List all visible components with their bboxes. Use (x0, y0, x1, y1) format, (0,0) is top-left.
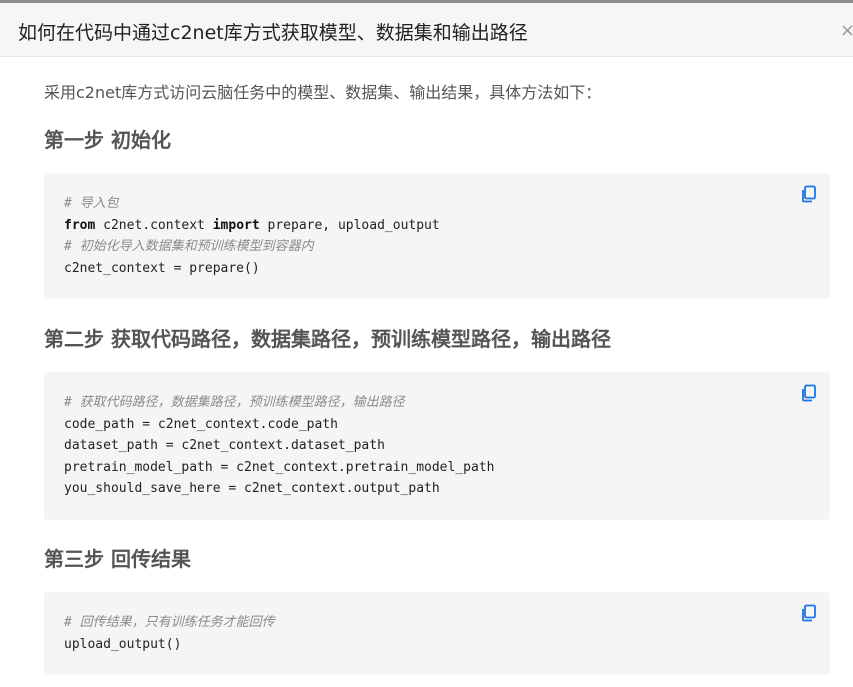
code-block-2: # 获取代码路径，数据集路径，预训练模型路径，输出路径 code_path = … (44, 372, 830, 520)
step-1-title: 第一步 初始化 (44, 128, 171, 152)
code-keyword: from (64, 217, 96, 233)
code-line: upload_output() (64, 636, 182, 652)
intro-text: 采用c2net库方式访问云脑任务中的模型、数据集、输出结果，具体方法如下： (44, 83, 602, 102)
code-line: you_should_save_here = c2net_context.out… (64, 481, 440, 496)
copy-icon[interactable] (800, 384, 818, 402)
dialog-header: 如何在代码中通过c2net库方式获取模型、数据集和输出路径 × (0, 3, 853, 57)
code-text: prepare, upload_output (259, 217, 440, 233)
step-2-title: 第二步 获取代码路径，数据集路径，预训练模型路径，输出路径 (44, 327, 611, 351)
code-keyword: import (212, 217, 260, 233)
copy-icon[interactable] (800, 185, 818, 203)
code-comment: # 初始化导入数据集和预训练模型到容器内 (64, 239, 314, 254)
copy-icon[interactable] (800, 604, 818, 622)
code-comment: # 获取代码路径，数据集路径，预训练模型路径，输出路径 (64, 395, 405, 410)
code-line: dataset_path = c2net_context.dataset_pat… (64, 438, 385, 453)
close-icon[interactable]: × (840, 20, 853, 41)
code-block-1: # 导入包 from c2net.context import prepare,… (44, 173, 830, 299)
code-block-3: # 回传结果，只有训练任务才能回传 upload_output() (44, 592, 830, 675)
code-line: pretrain_model_path = c2net_context.pret… (64, 459, 495, 475)
code-text: c2net.context (95, 217, 213, 233)
code-line: code_path = c2net_context.code_path (64, 416, 338, 432)
code-comment: # 回传结果，只有训练任务才能回传 (64, 615, 275, 630)
code-line: c2net_context = prepare() (64, 260, 260, 276)
code-line: from c2net.context import prepare, uploa… (64, 215, 810, 237)
dialog-title: 如何在代码中通过c2net库方式获取模型、数据集和输出路径 (18, 22, 528, 44)
step-3-title: 第三步 回传结果 (44, 547, 191, 571)
code-comment: # 导入包 (64, 196, 119, 211)
